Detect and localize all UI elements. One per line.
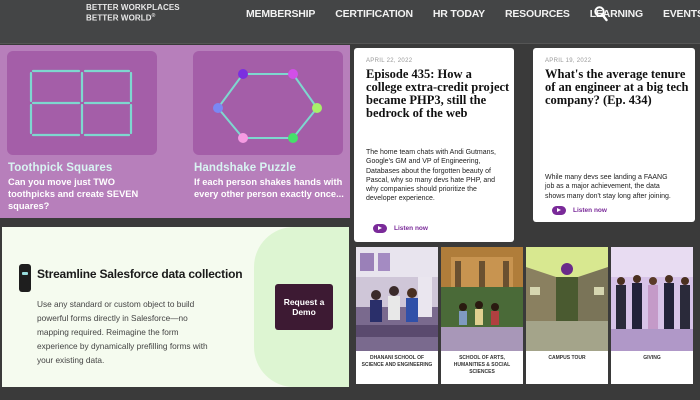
puzzle-desc-toothpick: Can you move just TWO toothpicks and cre… (8, 177, 139, 211)
logo[interactable]: BETTER WORKPLACES BETTER WORLD® (86, 3, 180, 23)
listen-now-label: Listen now (573, 207, 607, 214)
play-icon (373, 224, 387, 233)
campus-tile-label: DHANANI SCHOOL OF SCIENCE AND ENGINEERIN… (361, 355, 433, 368)
nav-membership[interactable]: MEMBERSHIP (246, 8, 315, 20)
puzzle-section: Toothpick Squares Can you move just TWO … (0, 45, 350, 218)
logo-line-2: BETTER WORLD (86, 13, 152, 23)
handshake-puzzle-image[interactable] (193, 51, 343, 155)
main-nav: MEMBERSHIP CERTIFICATION HR TODAY RESOUR… (246, 8, 700, 20)
logo-mark: ® (151, 13, 156, 19)
podcast-date: APRIL 19, 2022 (545, 58, 592, 64)
podcast-description: While many devs see landing a FAANG job … (545, 174, 671, 200)
campus-section: DHANANI SCHOOL OF SCIENCE AND ENGINEERIN… (350, 243, 700, 400)
puzzle-desc-handshake: If each person shakes hands with every o… (194, 177, 344, 199)
nav-hr-today[interactable]: HR TODAY (433, 8, 485, 20)
listen-now-button[interactable]: Listen now (552, 206, 607, 215)
campus-tile-label: SCHOOL OF ARTS, HUMANITIES & SOCIAL SCIE… (453, 355, 511, 375)
nav-events[interactable]: EVENTS (663, 8, 700, 20)
campus-building-photo (526, 247, 608, 351)
group-photo (611, 247, 693, 351)
campus-tile-science-engineering[interactable]: DHANANI SCHOOL OF SCIENCE AND ENGINEERIN… (356, 247, 438, 384)
toothpick-puzzle-image[interactable] (7, 51, 157, 155)
request-demo-button[interactable]: Request a Demo (275, 284, 333, 330)
site-header: BETTER WORKPLACES BETTER WORLD® MEMBERSH… (0, 0, 700, 44)
podcast-title[interactable]: Episode 435: How a college extra-credit … (366, 68, 511, 120)
podcast-section: APRIL 22, 2022 Episode 435: How a colleg… (350, 45, 700, 243)
puzzle-title-toothpick[interactable]: Toothpick Squares (8, 162, 148, 174)
listen-now-label: Listen now (394, 225, 428, 232)
podcast-card[interactable]: APRIL 19, 2022 What's the average tenure… (533, 48, 695, 222)
campus-tile-arts-humanities[interactable]: SCHOOL OF ARTS, HUMANITIES & SOCIAL SCIE… (441, 247, 523, 384)
campus-tile-label: GIVING (643, 355, 661, 361)
form-badge-icon (19, 264, 31, 292)
ad-title: Streamline Salesforce data collection (37, 267, 243, 281)
podcast-description: The home team chats with Andi Gutmans, G… (366, 149, 496, 203)
play-icon (552, 206, 566, 215)
lab-photo (356, 247, 438, 351)
puzzle-title-handshake[interactable]: Handshake Puzzle (194, 162, 344, 174)
campus-tile-tour[interactable]: CAMPUS TOUR (526, 247, 608, 384)
courtyard-photo (441, 247, 523, 351)
ad-body: Use any standard or custom object to bui… (37, 299, 208, 365)
page: BETTER WORKPLACES BETTER WORLD® MEMBERSH… (0, 0, 700, 400)
handshake-hexagon-icon (213, 69, 322, 143)
nav-certification[interactable]: CERTIFICATION (335, 8, 413, 20)
podcast-date: APRIL 22, 2022 (366, 58, 413, 64)
search-icon[interactable] (594, 6, 608, 22)
logo-line-1: BETTER WORKPLACES (86, 3, 180, 12)
campus-tile-label: CAMPUS TOUR (548, 355, 586, 361)
listen-now-button[interactable]: Listen now (373, 224, 428, 233)
podcast-card[interactable]: APRIL 22, 2022 Episode 435: How a colleg… (354, 48, 514, 242)
campus-tile-giving[interactable]: GIVING (611, 247, 693, 384)
podcast-title[interactable]: What's the average tenure of an engineer… (545, 68, 695, 107)
toothpick-grid-icon (29, 69, 133, 137)
nav-resources[interactable]: RESOURCES (505, 8, 570, 20)
ad-banner[interactable]: Streamline Salesforce data collection Us… (2, 227, 349, 387)
